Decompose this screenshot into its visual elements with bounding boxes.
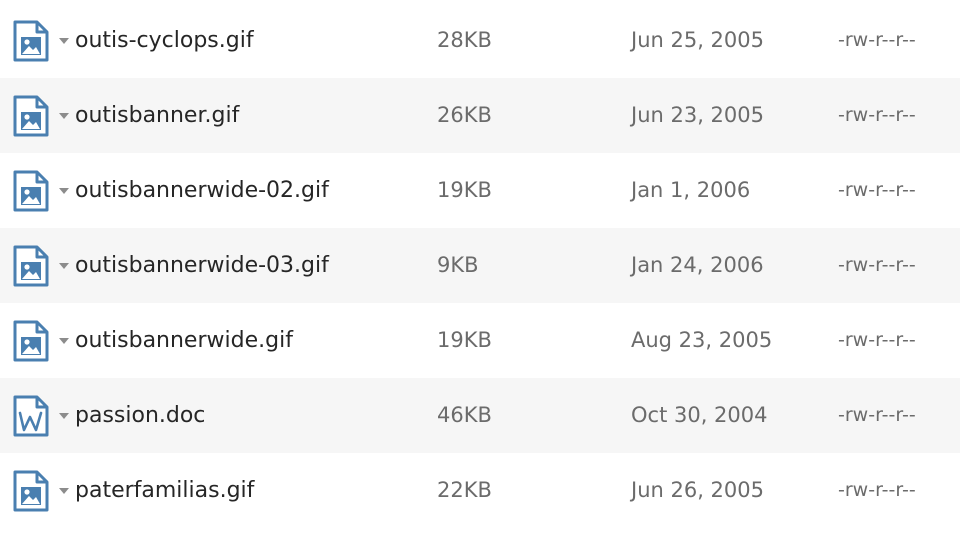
file-size: 26KB [437,103,492,127]
file-name[interactable]: paterfamilias.gif [75,453,254,528]
file-date: Jan 1, 2006 [631,178,751,202]
file-row[interactable]: paterfamilias.gif 22KB Jun 26, 2005 -rw-… [0,453,960,528]
file-permissions: -rw-r--r-- [838,29,916,51]
chevron-down-icon[interactable] [59,338,69,344]
file-row[interactable]: passion.doc 46KB Oct 30, 2004 -rw-r--r-- [0,378,960,453]
file-name[interactable]: outis-cyclops.gif [75,3,254,78]
image-file-icon[interactable] [12,244,50,288]
image-file-icon[interactable] [12,469,50,513]
file-name[interactable]: outisbanner.gif [75,78,239,153]
image-file-icon[interactable] [12,169,50,213]
file-date: Jun 25, 2005 [631,28,765,52]
file-row[interactable]: outisbannerwide.gif 19KB Aug 23, 2005 -r… [0,303,960,378]
file-permissions: -rw-r--r-- [838,329,916,351]
file-permissions: -rw-r--r-- [838,479,916,501]
file-size: 28KB [437,28,492,52]
file-permissions: -rw-r--r-- [838,104,916,126]
file-permissions: -rw-r--r-- [838,254,916,276]
file-row[interactable]: outisbanner.gif 26KB Jun 23, 2005 -rw-r-… [0,78,960,153]
chevron-down-icon[interactable] [59,488,69,494]
chevron-down-icon[interactable] [59,38,69,44]
file-name[interactable]: outisbannerwide-02.gif [75,153,329,228]
file-row[interactable]: outis-cyclops.gif 28KB Jun 25, 2005 -rw-… [0,3,960,78]
image-file-icon[interactable] [12,19,50,63]
file-size: 46KB [437,403,492,427]
image-file-icon[interactable] [12,94,50,138]
file-list: outis-cyclops.gif 28KB Jun 25, 2005 -rw-… [0,3,960,528]
file-date: Jan 24, 2006 [631,253,764,277]
file-permissions: -rw-r--r-- [838,404,916,426]
file-row[interactable]: outisbannerwide-02.gif 19KB Jan 1, 2006 … [0,153,960,228]
word-document-icon[interactable] [12,394,50,438]
file-date: Jun 23, 2005 [631,103,765,127]
file-name[interactable]: passion.doc [75,378,205,453]
chevron-down-icon[interactable] [59,188,69,194]
file-row[interactable]: outisbannerwide-03.gif 9KB Jan 24, 2006 … [0,228,960,303]
file-date: Aug 23, 2005 [631,328,773,352]
file-size: 19KB [437,178,492,202]
file-date: Jun 26, 2005 [631,478,765,502]
chevron-down-icon[interactable] [59,113,69,119]
file-size: 19KB [437,328,492,352]
file-size: 22KB [437,478,492,502]
chevron-down-icon[interactable] [59,413,69,419]
file-name[interactable]: outisbannerwide-03.gif [75,228,329,303]
file-permissions: -rw-r--r-- [838,179,916,201]
file-date: Oct 30, 2004 [631,403,768,427]
image-file-icon[interactable] [12,319,50,363]
file-size: 9KB [437,253,479,277]
file-name[interactable]: outisbannerwide.gif [75,303,293,378]
chevron-down-icon[interactable] [59,263,69,269]
